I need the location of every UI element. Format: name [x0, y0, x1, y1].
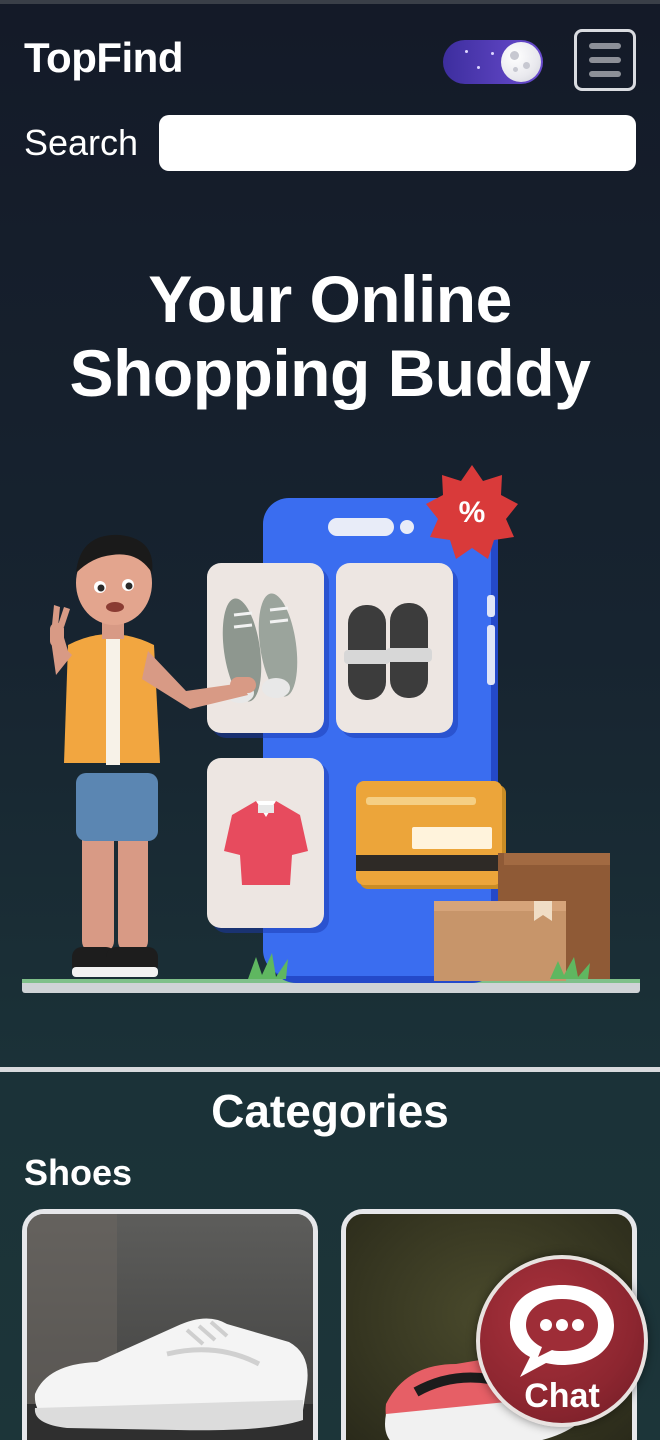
moon-icon: [501, 42, 541, 82]
toggle-star: [491, 52, 494, 55]
hero-title-line-1: Your Online: [148, 262, 512, 336]
hero-illustration: %: [22, 465, 640, 993]
chat-label: Chat: [524, 1377, 600, 1415]
search-input[interactable]: [159, 115, 636, 171]
toggle-star: [477, 66, 480, 69]
product-card-white-sneaker[interactable]: [22, 1209, 318, 1440]
discount-badge-symbol: %: [459, 496, 486, 529]
categories-title: Categories: [211, 1085, 449, 1137]
toggle-star: [465, 50, 468, 53]
dark-mode-toggle[interactable]: [443, 40, 543, 84]
chat-button[interactable]: Chat: [476, 1255, 648, 1427]
sneakers-tile: [207, 563, 329, 738]
hero-title-line-2: Shopping Buddy: [69, 336, 591, 410]
category-shoes-title: Shoes: [24, 1152, 133, 1193]
shirt-tile: [207, 758, 329, 933]
search-label: Search: [24, 122, 139, 163]
site-header: TopFind: [0, 4, 660, 104]
section-divider: [0, 1067, 660, 1072]
credit-card: [356, 781, 506, 889]
hamburger-menu-button[interactable]: [574, 29, 636, 91]
white-sneaker-image: [27, 1214, 313, 1440]
site-logo[interactable]: TopFind: [24, 34, 183, 82]
hero-title: Your Online Shopping Buddy: [0, 262, 660, 410]
slides-tile: [336, 563, 458, 738]
